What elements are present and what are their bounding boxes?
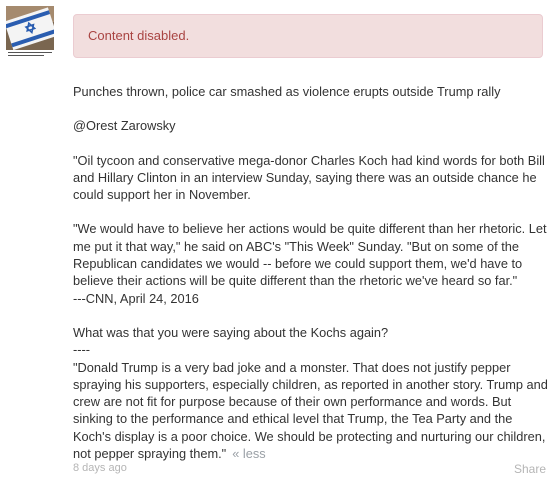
separator-text: ---- <box>73 342 91 358</box>
israel-flag-avatar-icon <box>6 6 54 58</box>
quote-source: ---CNN, April 24, 2016 <box>73 290 199 306</box>
content-disabled-alert: Content disabled. <box>73 14 543 58</box>
question-line: What was that you were saying about the … <box>73 324 389 340</box>
comment: Content disabled. Punches thrown, police… <box>0 0 550 496</box>
quote-paragraph: "Oil tycoon and conservative mega-donor … <box>73 152 545 203</box>
less-link[interactable]: « less <box>232 446 265 461</box>
comment-body: Punches thrown, police car smashed as vi… <box>73 83 548 462</box>
quote-text: "Donald Trump is a very bad joke and a m… <box>73 359 548 462</box>
post-headline: Punches thrown, police car smashed as vi… <box>73 84 501 99</box>
comment-footer: 8 days ago Share <box>73 462 546 476</box>
timestamp[interactable]: 8 days ago <box>73 462 127 474</box>
quote-paragraph-last: "Donald Trump is a very bad joke and a m… <box>73 359 548 463</box>
share-button[interactable]: Share <box>514 462 546 476</box>
mention: @Orest Zarowsky <box>73 118 176 134</box>
quote-paragraph: "We would have to believe her actions wo… <box>73 221 547 289</box>
alert-text: Content disabled. <box>88 28 190 43</box>
avatar[interactable] <box>6 6 54 58</box>
